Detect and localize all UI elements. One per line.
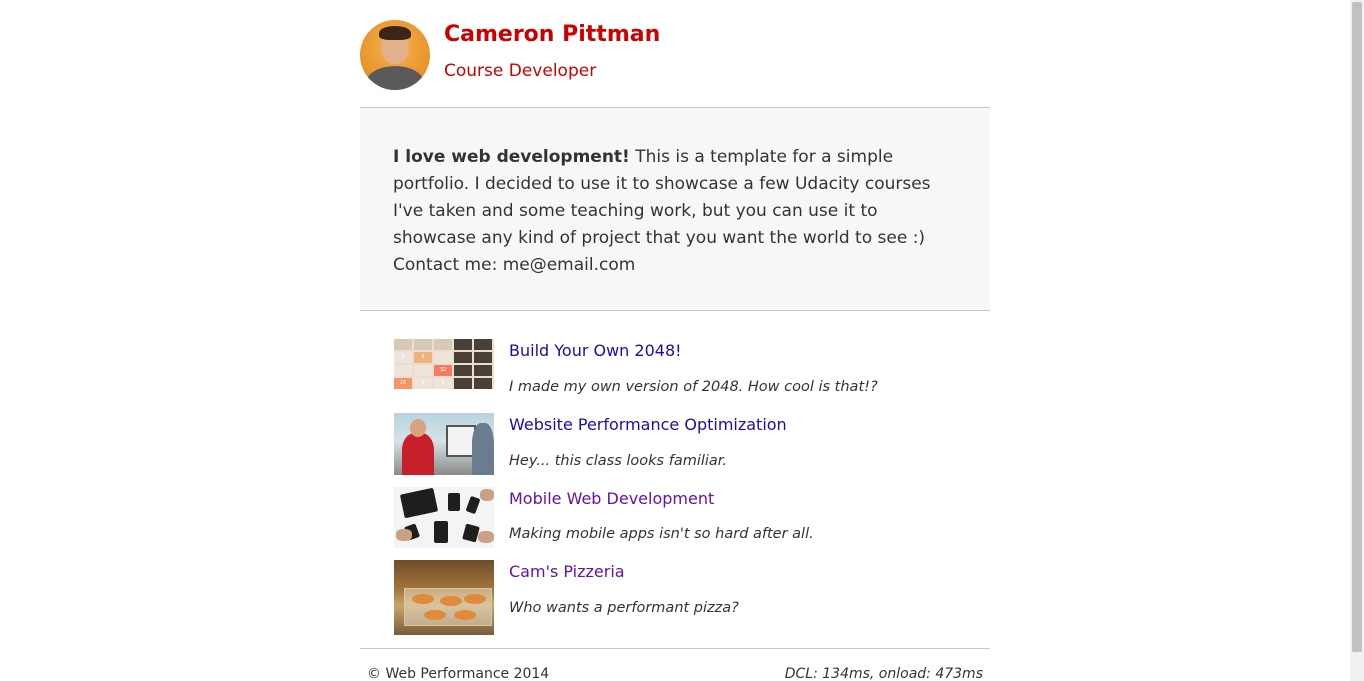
thumb-pizza-4 [424,610,446,620]
2048-tile [414,365,432,376]
2048-portrait-tile [454,365,472,376]
2048-empty-tile [414,339,432,350]
project-desc-2048: I made my own version of 2048. How cool … [509,379,878,395]
2048-grid: 4 8 32 16 4 2 [394,339,492,389]
thumb-phone-1 [448,493,460,511]
2048-portrait-tile [474,352,492,363]
main-container: Cameron Pittman Course Developer I love … [360,0,990,681]
project-desc-performance: Hey... this class looks familiar. [509,453,728,469]
project-item-performance: Website Performance Optimization Hey... … [394,413,954,475]
2048-portrait-tile [474,339,492,350]
2048-portrait-tile [474,365,492,376]
thumb-pizza-2 [440,596,462,606]
profile-role: Course Developer [444,61,597,81]
thumb-person [402,433,434,475]
2048-portrait-tile [454,339,472,350]
2048-portrait-tile [454,352,472,363]
projects-list: 4 8 32 16 4 2 Build Your Own 2048! I made my … [360,311,990,649]
thumb-pizza-1 [412,594,434,604]
about-section: I love web development! This is a templa… [360,108,990,311]
project-item-2048: 4 8 32 16 4 2 Build Your Own 2048! I made my … [394,339,954,401]
project-item-pizzeria: Cam's Pizzeria Who wants a performant pi… [394,560,954,635]
thumb-phone-2 [465,495,481,515]
footer-performance-stats: DCL: 134ms, onload: 473ms [784,666,983,681]
thumb-hand-3 [478,531,494,543]
profile-avatar [360,20,430,90]
page-footer: © Web Performance 2014 DCL: 134ms, onloa… [360,649,990,681]
scrollbar-thumb[interactable] [1352,2,1362,652]
thumb-person-2 [472,423,494,475]
thumb-hand-2 [480,489,494,501]
project-link-pizzeria[interactable]: Cam's Pizzeria [509,562,625,581]
thumb-pizza-5 [454,610,476,620]
contact-line: Contact me: me@email.com [393,255,636,275]
thumb-phone-4 [434,521,448,543]
2048-tile: 4 [394,352,412,363]
2048-empty-tile [434,339,452,350]
thumb-hand-1 [396,529,412,541]
thumb-phone-5 [462,523,480,543]
project-desc-pizzeria: Who wants a performant pizza? [509,600,739,616]
2048-tile: 32 [434,365,452,376]
2048-tile: 8 [414,352,432,363]
profile-header: Cameron Pittman Course Developer [360,0,990,108]
project-link-2048[interactable]: Build Your Own 2048! [509,341,682,360]
2048-tile: 2 [434,378,452,389]
2048-portrait-tile [474,378,492,389]
2048-empty-tile [394,339,412,350]
profile-name: Cameron Pittman [444,22,661,47]
2048-tile: 4 [414,378,432,389]
project-link-performance[interactable]: Website Performance Optimization [509,415,787,434]
thumb-tablet [399,487,439,519]
2048-tile [394,365,412,376]
project-item-mobile: Mobile Web Development Making mobile app… [394,487,954,548]
2048-portrait-tile [454,378,472,389]
2048-tile: 16 [394,378,412,389]
thumb-head [410,419,426,437]
about-text: I love web development! This is a templa… [393,144,963,279]
project-desc-mobile: Making mobile apps isn't so hard after a… [509,526,814,542]
thumb-pizza-3 [464,594,486,604]
page-scrollbar[interactable] [1350,0,1364,681]
about-lead: I love web development! [393,147,630,167]
project-thumbnail-2048[interactable]: 4 8 32 16 4 2 [394,339,494,389]
portfolio-page: Cameron Pittman Course Developer I love … [0,0,1364,681]
project-thumbnail-pizzeria[interactable] [394,560,494,635]
project-link-mobile[interactable]: Mobile Web Development [509,489,714,508]
project-thumbnail-mobile[interactable] [394,487,494,548]
footer-copyright: © Web Performance 2014 [367,666,550,681]
project-thumbnail-performance[interactable] [394,413,494,475]
avatar-shirt [366,66,424,90]
avatar-hair [379,26,411,40]
2048-tile [434,352,452,363]
